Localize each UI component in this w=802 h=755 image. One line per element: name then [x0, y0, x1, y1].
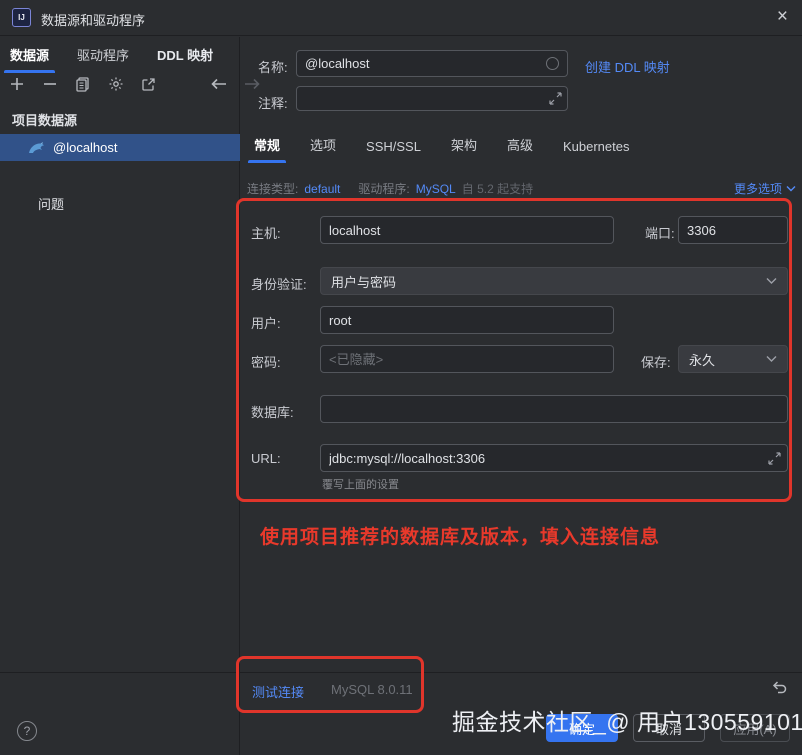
revert-icon[interactable] — [770, 679, 789, 696]
create-ddl-mapping-link[interactable]: 创建 DDL 映射 — [585, 57, 670, 76]
remove-button[interactable] — [39, 73, 61, 95]
title-bar: IJ 数据源和驱动程序 × — [0, 0, 802, 36]
database-input[interactable] — [320, 395, 788, 423]
project-datasource-section-label: 项目数据源 — [12, 110, 77, 129]
more-options-link[interactable]: 更多选项 — [734, 180, 796, 197]
problems-node[interactable]: 问题 — [38, 194, 64, 213]
back-arrow-icon[interactable] — [208, 73, 230, 95]
connection-type-row: 连接类型: default 驱动程序: MySQL 自 5.2 起支持 更多选项 — [247, 180, 796, 197]
auth-dropdown[interactable]: 用户与密码 — [320, 267, 788, 295]
port-input[interactable] — [678, 216, 788, 244]
auth-value: 用户与密码 — [331, 272, 396, 291]
expand-icon[interactable] — [768, 452, 781, 465]
expand-icon[interactable] — [549, 92, 562, 105]
settings-tabs: 常规 选项 SSH/SSL 架构 高级 Kubernetes — [252, 129, 631, 163]
tab-general[interactable]: 常规 — [252, 129, 282, 163]
driver-label: 驱动程序: — [358, 180, 409, 197]
password-input[interactable] — [320, 345, 614, 373]
name-refresh-circle-icon — [546, 57, 559, 70]
url-label: URL: — [251, 451, 281, 466]
help-icon[interactable]: ? — [17, 721, 37, 741]
watermark-text: 掘金技术社区_@ 用户130559101592 — [452, 703, 802, 737]
save-dropdown[interactable]: 永久 — [678, 345, 788, 373]
driver-value[interactable]: MySQL — [416, 182, 456, 196]
driver-note: 自 5.2 起支持 — [462, 180, 533, 197]
save-label: 保存: — [641, 352, 671, 371]
save-value: 永久 — [689, 350, 715, 369]
sidebar-tabs: 数据源 驱动程序 DDL 映射 — [8, 39, 215, 73]
url-hint: 覆写上面的设置 — [322, 476, 399, 492]
close-icon[interactable]: × — [777, 5, 788, 29]
connection-type-label: 连接类型: — [247, 180, 298, 197]
window-title: 数据源和驱动程序 — [41, 10, 145, 29]
test-connection-link[interactable]: 测试连接 — [252, 682, 304, 701]
connection-type-value[interactable]: default — [304, 182, 340, 196]
auth-label: 身份验证: — [251, 274, 307, 293]
sidebar-toolbar — [6, 73, 263, 95]
password-label: 密码: — [251, 352, 281, 371]
datasource-tree-label: @localhost — [53, 140, 118, 155]
annotation-text: 使用项目推荐的数据库及版本，填入连接信息 — [260, 522, 660, 549]
main-panel: 名称: 创建 DDL 映射 注释: 常规 选项 SSH/SSL 架构 高级 Ku… — [241, 37, 802, 755]
database-label: 数据库: — [251, 402, 294, 421]
comment-label: 注释: — [258, 93, 288, 112]
tab-kubernetes[interactable]: Kubernetes — [561, 133, 632, 163]
tab-data-sources[interactable]: 数据源 — [8, 39, 51, 73]
footer-separator — [0, 672, 802, 673]
data-sources-dialog: { "window": { "title": "数据源和驱动程序", "clos… — [0, 0, 802, 755]
tab-ddl-mappings[interactable]: DDL 映射 — [155, 39, 215, 73]
chevron-down-icon — [786, 185, 796, 192]
name-label: 名称: — [258, 57, 288, 76]
tab-ssh-ssl[interactable]: SSH/SSL — [364, 133, 423, 163]
host-label: 主机: — [251, 223, 281, 242]
port-label: 端口: — [645, 223, 675, 242]
intellij-logo-icon: IJ — [12, 8, 31, 27]
comment-input[interactable] — [296, 86, 568, 111]
driver-version-text: MySQL 8.0.11 — [331, 682, 413, 697]
tab-schemas[interactable]: 架构 — [449, 129, 479, 163]
datasource-tree-row[interactable]: @localhost — [0, 134, 240, 161]
tab-advanced[interactable]: 高级 — [505, 129, 535, 163]
chevron-down-icon — [766, 277, 777, 285]
url-input[interactable] — [320, 444, 788, 472]
user-input[interactable] — [320, 306, 614, 334]
mysql-dolphin-icon — [28, 141, 45, 155]
tab-drivers[interactable]: 驱动程序 — [75, 39, 131, 73]
open-in-editor-icon[interactable] — [138, 73, 160, 95]
settings-gear-icon[interactable] — [105, 73, 127, 95]
chevron-down-icon — [766, 355, 777, 363]
name-input[interactable] — [296, 50, 568, 77]
add-button[interactable] — [6, 73, 28, 95]
sidebar: 数据源 驱动程序 DDL 映射 — [0, 37, 240, 755]
tab-options[interactable]: 选项 — [308, 129, 338, 163]
host-input[interactable] — [320, 216, 614, 244]
name-field-wrap — [296, 50, 568, 77]
duplicate-button[interactable] — [72, 73, 94, 95]
comment-field-wrap — [296, 86, 568, 111]
url-field-wrap — [320, 444, 788, 472]
user-label: 用户: — [251, 313, 281, 332]
